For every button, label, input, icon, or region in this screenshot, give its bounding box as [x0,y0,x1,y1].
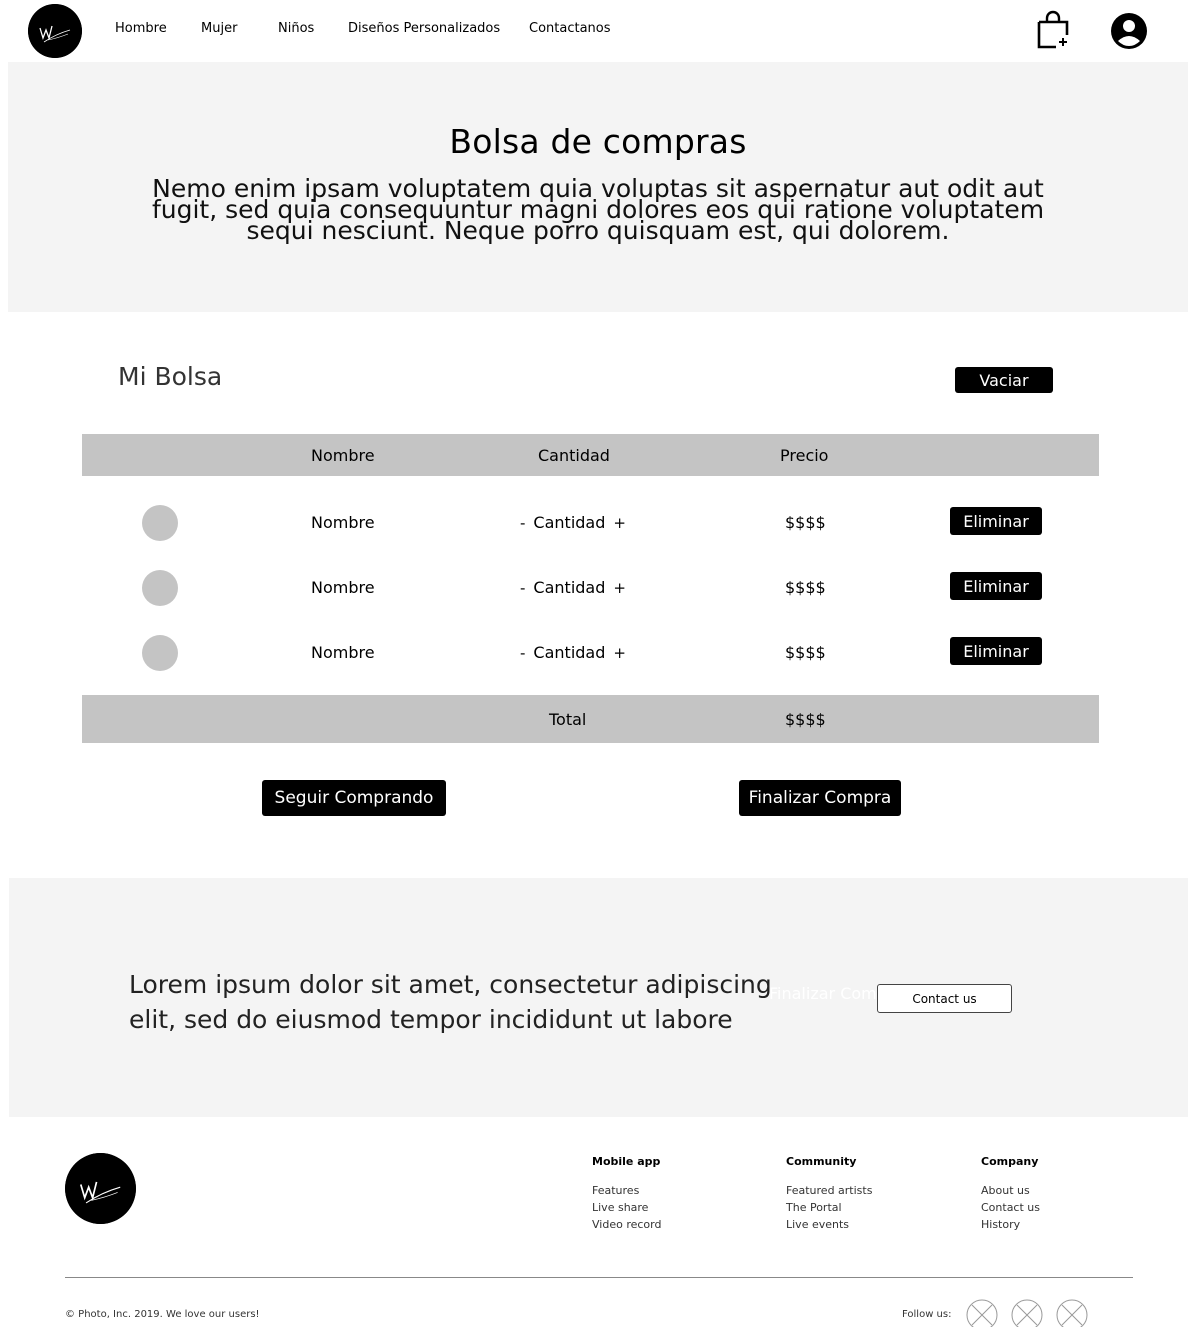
continue-shopping-button[interactable]: Seguir Comprando [262,780,446,816]
increase-quantity-button[interactable]: + [613,514,626,532]
quantity-value: Cantidad [533,578,606,597]
logo-mark [65,1153,136,1224]
contact-cta-section: Lorem ipsum dolor sit amet, consectetur … [9,878,1188,1117]
footer-column-community: Community Featured artists The Portal Li… [786,1155,872,1233]
column-header-price: Precio [780,446,829,465]
quantity-stepper: - Cantidad + [520,513,626,532]
product-thumbnail [142,570,178,606]
product-thumbnail [142,505,178,541]
logo-mark [28,4,82,58]
total-label: Total [549,710,587,729]
footer-link[interactable]: The Portal [786,1199,872,1216]
quantity-value: Cantidad [533,513,606,532]
hero-text: Nemo enim ipsam voluptatem quia voluptas… [151,174,1045,245]
decrease-quantity-button[interactable]: - [520,514,525,532]
social-placeholder-icon[interactable] [1011,1299,1043,1327]
decrease-quantity-button[interactable]: - [520,579,525,597]
footer-link[interactable]: Contact us [981,1199,1040,1216]
social-placeholder-icon[interactable] [966,1299,998,1327]
follow-us-label: Follow us: [902,1309,952,1320]
ghost-text: Finalizar Compra [769,984,879,1003]
column-header-name: Nombre [311,446,375,465]
nav-link-disenos[interactable]: Diseños Personalizados [348,21,500,36]
footer-column-title: Company [981,1155,1039,1168]
nav-link-contactanos[interactable]: Contactanos [529,21,611,36]
bag-title: Mi Bolsa [118,362,223,391]
nav-link-ninos[interactable]: Niños [278,21,314,36]
product-price: $$$$ [785,643,826,662]
product-name: Nombre [311,513,375,532]
shopping-bag-add-icon[interactable] [1034,10,1072,50]
user-account-icon[interactable] [1110,12,1148,50]
footer-link[interactable]: Video record [592,1216,661,1233]
footer-column-title: Community [786,1155,857,1168]
quantity-value: Cantidad [533,643,606,662]
increase-quantity-button[interactable]: + [613,644,626,662]
footer-column-company: Company About us Contact us History [981,1155,1040,1233]
footer-link[interactable]: About us [981,1182,1040,1199]
column-header-qty: Cantidad [538,446,610,465]
quantity-stepper: - Cantidad + [520,643,626,662]
brand-logo-icon[interactable] [28,4,82,58]
table-row: Nombre - Cantidad + $$$$ Eliminar [82,498,1099,548]
product-name: Nombre [311,643,375,662]
cta-text: Lorem ipsum dolor sit amet, consectetur … [129,970,772,1034]
footer-link[interactable]: Features [592,1182,661,1199]
top-header: Hombre Mujer Niños Diseños Personalizado… [0,0,1194,62]
total-value: $$$$ [785,710,826,729]
copyright-text: © Photo, Inc. 2019. We love our users! [65,1309,260,1320]
remove-item-button[interactable]: Eliminar [950,572,1042,600]
total-row: Total $$$$ [82,695,1099,743]
page-title: Bolsa de compras [449,122,747,161]
social-placeholder-icon[interactable] [1056,1299,1088,1327]
table-header: Nombre Cantidad Precio [82,434,1099,476]
nav-link-hombre[interactable]: Hombre [115,21,167,36]
decrease-quantity-button[interactable]: - [520,644,525,662]
product-thumbnail [142,635,178,671]
footer-link[interactable]: Live share [592,1199,661,1216]
table-row: Nombre - Cantidad + $$$$ Eliminar [82,563,1099,613]
footer-column-title: Mobile app [592,1155,661,1168]
footer-column-mobile-app: Mobile app Features Live share Video rec… [592,1155,661,1233]
product-price: $$$$ [785,513,826,532]
footer-link[interactable]: History [981,1216,1040,1233]
nav-link-mujer[interactable]: Mujer [201,21,237,36]
remove-item-button[interactable]: Eliminar [950,637,1042,665]
footer-link[interactable]: Featured artists [786,1182,872,1199]
increase-quantity-button[interactable]: + [613,579,626,597]
quantity-stepper: - Cantidad + [520,578,626,597]
hero-banner: Bolsa de compras Nemo enim ipsam volupta… [8,62,1188,312]
product-name: Nombre [311,578,375,597]
contact-us-button[interactable]: Contact us [877,984,1012,1013]
footer-logo-icon[interactable] [65,1153,136,1224]
footer-link[interactable]: Live events [786,1216,872,1233]
remove-item-button[interactable]: Eliminar [950,507,1042,535]
checkout-button[interactable]: Finalizar Compra [739,780,901,816]
empty-bag-button[interactable]: Vaciar [955,367,1053,393]
product-price: $$$$ [785,578,826,597]
table-row: Nombre - Cantidad + $$$$ Eliminar [82,628,1099,678]
footer-divider [65,1277,1133,1278]
